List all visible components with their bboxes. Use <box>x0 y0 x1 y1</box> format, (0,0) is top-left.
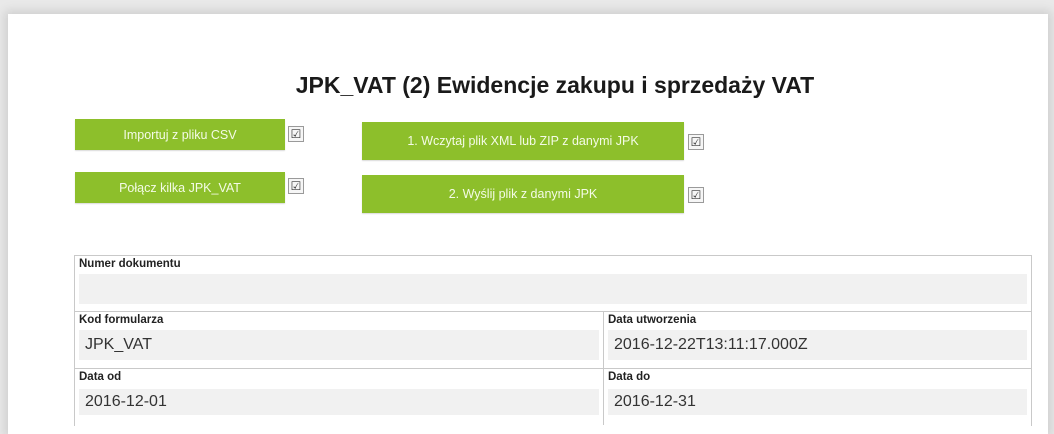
kod-formularza-field[interactable]: JPK_VAT <box>79 330 599 360</box>
row-numer-dokumentu: Numer dokumentu <box>75 256 1031 312</box>
data-utworzenia-field[interactable]: 2016-12-22T13:11:17.000Z <box>608 330 1027 360</box>
numer-dokumentu-field[interactable] <box>79 274 1027 304</box>
kod-formularza-label: Kod formularza <box>79 314 164 326</box>
row-kod-data-utworzenia: Kod formularza JPK_VAT Data utworzenia 2… <box>75 312 1031 369</box>
send-jpk-checkbox[interactable]: ☑ <box>688 187 704 203</box>
merge-jpk-button[interactable]: Połącz kilka JPK_VAT <box>75 172 285 203</box>
data-do-label: Data do <box>608 371 651 383</box>
data-utworzenia-label: Data utworzenia <box>608 314 697 326</box>
page-title: JPK_VAT (2) Ewidencje zakupu i sprzedaży… <box>295 72 815 98</box>
data-do-field[interactable]: 2016-12-31 <box>608 389 1027 415</box>
import-csv-checkbox[interactable]: ☑ <box>288 126 304 142</box>
row-data-od-do: Data od 2016-12-01 Data do 2016-12-31 <box>75 369 1031 425</box>
import-csv-button[interactable]: Importuj z pliku CSV <box>75 119 285 150</box>
numer-dokumentu-label: Numer dokumentu <box>79 258 181 270</box>
load-xml-button[interactable]: 1. Wczytaj plik XML lub ZIP z danymi JPK <box>362 122 684 160</box>
load-xml-checkbox[interactable]: ☑ <box>688 134 704 150</box>
send-jpk-button[interactable]: 2. Wyślij plik z danymi JPK <box>362 175 684 213</box>
data-od-label: Data od <box>79 371 122 383</box>
merge-jpk-checkbox[interactable]: ☑ <box>288 178 304 194</box>
data-od-field[interactable]: 2016-12-01 <box>79 389 599 415</box>
jpk-header-form: Numer dokumentu Kod formularza JPK_VAT D… <box>74 255 1032 426</box>
